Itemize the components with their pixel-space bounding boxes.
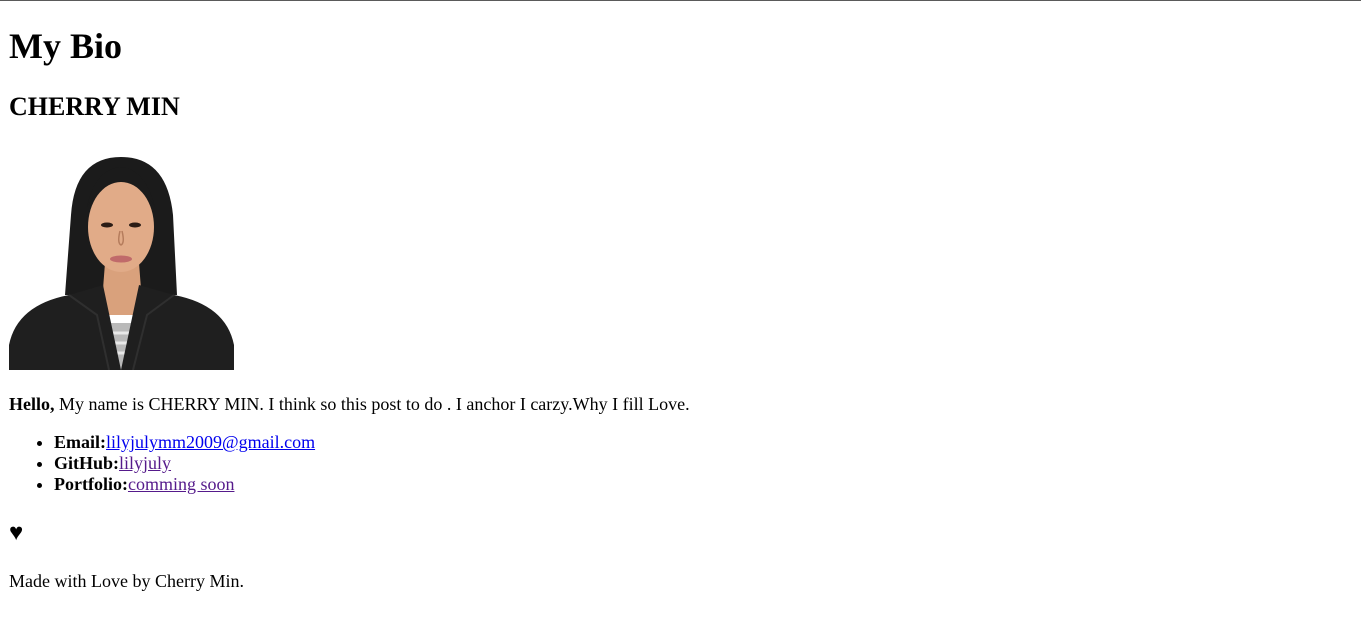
greeting-text: Hello, bbox=[9, 394, 55, 414]
contact-list: Email:lilyjulymm2009@gmail.com GitHub:li… bbox=[9, 432, 315, 495]
github-label: GitHub: bbox=[54, 453, 120, 473]
email-label: Email: bbox=[54, 432, 106, 452]
email-link[interactable]: lilyjulymm2009@gmail.com bbox=[106, 432, 315, 452]
heart-icon: ♥ bbox=[9, 520, 24, 546]
list-item-email: Email:lilyjulymm2009@gmail.com bbox=[54, 432, 315, 453]
person-name: CHERRY MIN bbox=[9, 92, 180, 121]
portfolio-label: Portfolio: bbox=[54, 474, 128, 494]
profile-photo bbox=[9, 145, 234, 370]
portfolio-link[interactable]: comming soon bbox=[128, 474, 235, 494]
github-link[interactable]: lilyjuly bbox=[119, 453, 171, 473]
page-title: My Bio bbox=[9, 26, 122, 66]
list-item-github: GitHub:lilyjuly bbox=[54, 453, 315, 474]
intro-text: My name is CHERRY MIN. I think so this p… bbox=[54, 394, 690, 414]
list-item-portfolio: Portfolio:comming soon bbox=[54, 474, 315, 495]
intro-paragraph: Hello, My name is CHERRY MIN. I think so… bbox=[9, 393, 690, 415]
bio-page: My Bio CHERRY MIN Hello, My name is CHER… bbox=[0, 1, 1361, 623]
footer-text: Made with Love by Cherry Min. bbox=[9, 571, 244, 591]
